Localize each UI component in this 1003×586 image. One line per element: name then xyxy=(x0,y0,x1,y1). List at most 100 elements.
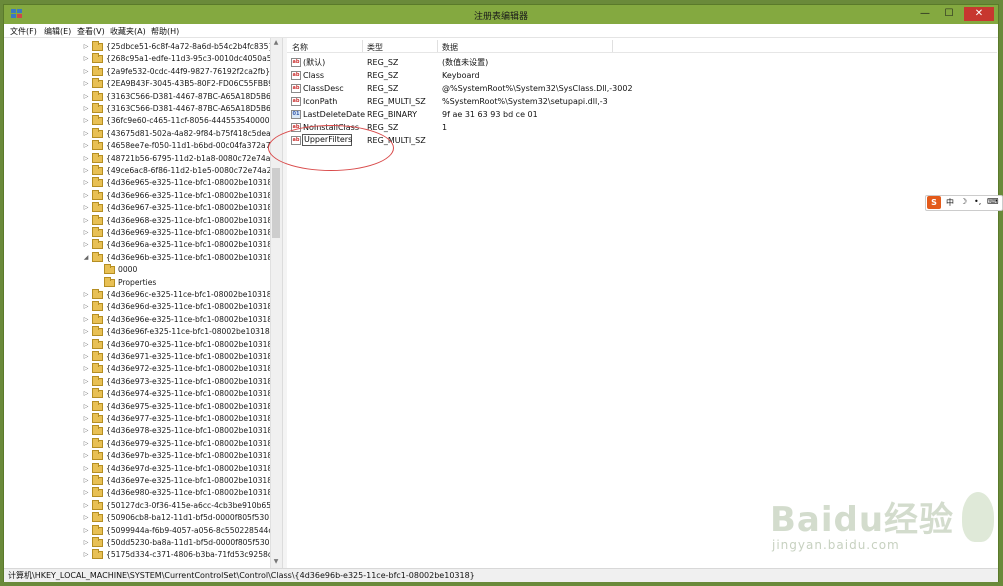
expand-arrow-icon[interactable]: ▷ xyxy=(82,537,90,549)
tree-node[interactable]: ▷ {4d36e977-e325-11ce-bfc1-08002be10318} xyxy=(82,413,277,425)
scroll-down-icon[interactable]: ▼ xyxy=(272,558,280,566)
expand-arrow-icon[interactable]: ▷ xyxy=(82,475,90,487)
expand-arrow-icon[interactable]: ▷ xyxy=(82,78,90,90)
expand-arrow-icon[interactable]: ▷ xyxy=(82,103,90,115)
expand-arrow-icon[interactable]: ▷ xyxy=(82,363,90,375)
expand-arrow-icon[interactable]: ◢ xyxy=(82,252,90,264)
expand-arrow-icon[interactable]: ▷ xyxy=(82,53,90,65)
minimize-button[interactable]: — xyxy=(914,7,936,21)
expand-arrow-icon[interactable]: ▷ xyxy=(82,202,90,214)
tree-node[interactable]: ▷ {36fc9e60-c465-11cf-8056-444553540000} xyxy=(82,115,274,127)
sogou-logo-icon[interactable]: S xyxy=(927,196,941,209)
menu-edit[interactable]: 编辑(E) xyxy=(44,26,71,37)
value-row[interactable]: ab IconPath REG_MULTI_SZ %SystemRoot%\Syste… xyxy=(287,95,997,108)
tree-node[interactable]: ▷ {4d36e968-e325-11ce-bfc1-08002be10318} xyxy=(82,214,277,227)
ime-punctuation-icon[interactable]: •, xyxy=(974,197,981,206)
tree-node[interactable]: ▷ {4d36e972-e325-11ce-bfc1-08002be10318} xyxy=(82,363,277,375)
expand-arrow-icon[interactable]: ▷ xyxy=(82,463,90,475)
tree-node[interactable]: ▷ {43675d81-502a-4a82-9f84-b75f418c5dea} xyxy=(82,127,276,140)
tree-node[interactable]: ▷ {3163C566-D381-4467-87BC-A65A18D5B648} xyxy=(82,90,282,103)
menu-view[interactable]: 查看(V) xyxy=(77,26,105,37)
tree-node[interactable]: ▷ {4d36e971-e325-11ce-bfc1-08002be10318} xyxy=(82,351,277,363)
ime-moon-icon[interactable]: ☽ xyxy=(960,197,967,206)
menu-help[interactable]: 帮助(H) xyxy=(151,26,179,37)
tree-node[interactable]: ▷ {2EA9B43F-3045-43B5-80F2-FD06C55FBB90} xyxy=(82,78,282,90)
tree-node[interactable]: ▷ {4d36e97b-e325-11ce-bfc1-08002be10318} xyxy=(82,450,277,462)
key-tree[interactable]: ▷ {25dbce51-6c8f-4a72-8a6d-b54c2b4fc835} ▷… xyxy=(4,38,282,568)
expand-arrow-icon[interactable]: ▷ xyxy=(82,549,90,561)
tree-node[interactable]: ▷ {4d36e969-e325-11ce-bfc1-08002be10318} xyxy=(82,227,277,239)
expand-arrow-icon[interactable]: ▷ xyxy=(82,215,90,227)
expand-arrow-icon[interactable]: ▷ xyxy=(82,41,90,53)
tree-node[interactable]: ▷ {4d36e979-e325-11ce-bfc1-08002be10318} xyxy=(82,437,277,450)
tree-node[interactable]: ▷ {4658ee7e-f050-11d1-b6bd-00c04fa372a7} xyxy=(82,140,275,152)
expand-arrow-icon[interactable]: ▷ xyxy=(82,140,90,152)
ime-chinese-mode[interactable]: 中 xyxy=(946,197,954,208)
tree-node[interactable]: ▷ {4d36e965-e325-11ce-bfc1-08002be10318} xyxy=(82,177,277,189)
expand-arrow-icon[interactable]: ▷ xyxy=(82,438,90,450)
tree-node[interactable]: ▷ {25dbce51-6c8f-4a72-8a6d-b54c2b4fc835} xyxy=(82,41,273,53)
expand-arrow-icon[interactable]: ▷ xyxy=(82,128,90,140)
expand-arrow-icon[interactable]: ▷ xyxy=(82,413,90,425)
expand-arrow-icon[interactable]: ▷ xyxy=(82,450,90,462)
tree-node[interactable]: ▷ {48721b56-6795-11d2-b1a8-0080c72e74a2} xyxy=(82,152,280,165)
value-row[interactable]: ab NoInstallClass REG_SZ 1 xyxy=(287,121,997,134)
tree-node[interactable]: ▷ {4d36e96e-e325-11ce-bfc1-08002be10318} xyxy=(82,313,277,326)
expand-arrow-icon[interactable]: ▷ xyxy=(82,227,90,239)
tree-node[interactable]: ▷ {4d36e966-e325-11ce-bfc1-08002be10318} xyxy=(82,189,277,202)
tree-node[interactable]: ▷ {4d36e96f-e325-11ce-bfc1-08002be10318} xyxy=(82,326,275,338)
tree-node[interactable]: ▷ {3163C566-D381-4467-87BC-A65A18D5B649} xyxy=(82,103,282,115)
menu-file[interactable]: 文件(F) xyxy=(10,26,37,37)
expand-arrow-icon[interactable]: ▷ xyxy=(82,339,90,351)
expand-arrow-icon[interactable]: ▷ xyxy=(82,388,90,400)
column-data[interactable]: 数据 xyxy=(442,42,458,53)
tree-node[interactable]: ▷ {4d36e96a-e325-11ce-bfc1-08002be10318} xyxy=(82,239,277,251)
expand-arrow-icon[interactable]: ▷ xyxy=(82,351,90,363)
tree-node[interactable]: ▷ {268c95a1-edfe-11d3-95c3-0010dc4050a5} xyxy=(82,53,276,65)
tree-node[interactable]: Properties xyxy=(94,276,272,289)
expand-arrow-icon[interactable]: ▷ xyxy=(82,239,90,251)
expand-arrow-icon[interactable]: ▷ xyxy=(82,425,90,437)
tree-node[interactable]: ▷ {2a9fe532-0cdc-44f9-9827-76192f2ca2fb} xyxy=(82,65,272,78)
tree-node[interactable]: ▷ {4d36e97d-e325-11ce-bfc1-08002be10318} xyxy=(82,462,277,475)
tree-node[interactable]: ▷ {5175d334-c371-4806-b3ba-71fd53c9258d} xyxy=(82,549,278,561)
tree-node[interactable]: ▷ {4d36e973-e325-11ce-bfc1-08002be10318} xyxy=(82,375,277,388)
value-row[interactable]: 01 LastDeleteDate REG_BINARY 9f ae 31 63 93… xyxy=(287,108,997,121)
column-type[interactable]: 类型 xyxy=(367,42,383,53)
expand-arrow-icon[interactable]: ▷ xyxy=(82,289,90,301)
maximize-button[interactable]: ☐ xyxy=(938,7,960,21)
expand-arrow-icon[interactable]: ▷ xyxy=(82,153,90,165)
expand-arrow-icon[interactable]: ▷ xyxy=(82,190,90,202)
tree-node[interactable]: ▷ {4d36e978-e325-11ce-bfc1-08002be10318} xyxy=(82,425,277,437)
tree-node[interactable]: ▷ {4d36e96d-e325-11ce-bfc1-08002be10318} xyxy=(82,301,277,313)
expand-arrow-icon[interactable]: ▷ xyxy=(82,525,90,537)
tree-node[interactable]: ▷ {4d36e97e-e325-11ce-bfc1-08002be10318} xyxy=(82,475,277,487)
value-row[interactable]: ab Class REG_SZ Keyboard xyxy=(287,69,997,82)
tree-node[interactable]: ▷ {49ce6ac8-6f86-11d2-b1e5-0080c72e74a2} xyxy=(82,165,276,177)
tree-node[interactable]: ▷ {4d36e975-e325-11ce-bfc1-08002be10318} xyxy=(82,400,277,413)
scroll-thumb[interactable] xyxy=(272,168,280,238)
expand-arrow-icon[interactable]: ▷ xyxy=(82,301,90,313)
tree-node[interactable]: ▷ {4d36e980-e325-11ce-bfc1-08002be10318} xyxy=(82,487,277,499)
expand-arrow-icon[interactable]: ▷ xyxy=(82,512,90,524)
ime-toolbar[interactable]: S 中 ☽ •, ⌨ xyxy=(925,195,1003,211)
ime-keyboard-icon[interactable]: ⌨ xyxy=(987,197,999,206)
tree-node[interactable]: ▷ {5099944a-f6b9-4057-a056-8c550228544c} xyxy=(82,524,277,537)
close-button[interactable]: ✕ xyxy=(964,7,994,21)
tree-scrollbar[interactable]: ▲ ▼ xyxy=(270,38,282,568)
expand-arrow-icon[interactable]: ▷ xyxy=(82,314,90,326)
value-row[interactable]: ab ClassDesc REG_SZ @%SystemRoot%\System32\… xyxy=(287,82,997,95)
expand-arrow-icon[interactable]: ▷ xyxy=(82,177,90,189)
tree-node[interactable]: ▷ {50906cb8-ba12-11d1-bf5d-0000f805f530} xyxy=(82,512,274,524)
expand-arrow-icon[interactable]: ▷ xyxy=(82,500,90,512)
expand-arrow-icon[interactable]: ▷ xyxy=(82,326,90,338)
column-name[interactable]: 名称 xyxy=(292,42,308,53)
menu-favorites[interactable]: 收藏夹(A) xyxy=(110,26,146,37)
expand-arrow-icon[interactable]: ▷ xyxy=(82,165,90,177)
tree-node[interactable]: ◢ {4d36e96b-e325-11ce-bfc1-08002be10318} xyxy=(82,251,277,264)
expand-arrow-icon[interactable]: ▷ xyxy=(82,91,90,103)
expand-arrow-icon[interactable]: ▷ xyxy=(82,115,90,127)
expand-arrow-icon[interactable]: ▷ xyxy=(82,66,90,78)
tree-node[interactable]: ▷ {50127dc3-0f36-415e-a6cc-4cb3be910b65} xyxy=(82,499,276,512)
expand-arrow-icon[interactable]: ▷ xyxy=(82,376,90,388)
